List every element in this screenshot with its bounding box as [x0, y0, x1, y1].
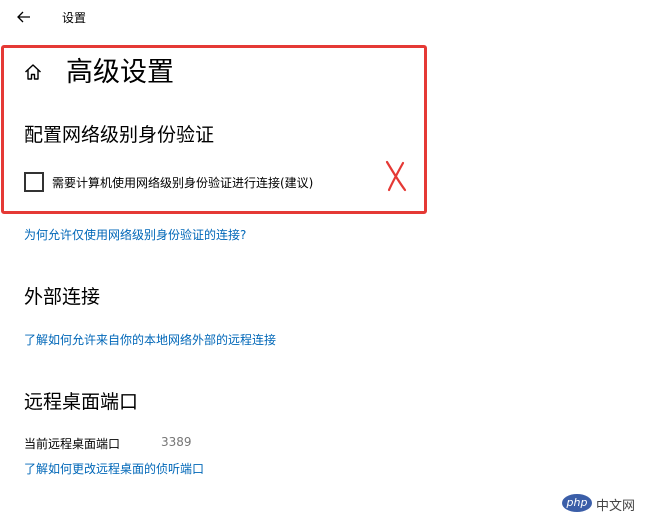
external-help-link[interactable]: 了解如何允许来自你的本地网络外部的远程连接 [24, 331, 276, 348]
port-label: 当前远程桌面端口 [24, 437, 121, 451]
arrow-left-icon [17, 11, 30, 23]
annotation-highlight-box [1, 45, 427, 214]
watermark: php 中文网 [562, 494, 645, 514]
watermark-logo: php [562, 494, 592, 512]
back-button[interactable] [14, 7, 34, 27]
nla-help-link[interactable]: 为何允许仅使用网络级别身份验证的连接? [24, 226, 246, 243]
port-section-heading: 远程桌面端口 [24, 391, 139, 413]
annotation-x-mark [385, 160, 407, 192]
port-value: 3389 [161, 435, 192, 449]
watermark-text: 中文网 [596, 499, 636, 514]
external-section-heading: 外部连接 [24, 286, 101, 308]
window-title: 设置 [62, 11, 87, 25]
port-help-link[interactable]: 了解如何更改远程桌面的侦听端口 [24, 460, 204, 477]
title-bar: 设置 [0, 0, 645, 34]
